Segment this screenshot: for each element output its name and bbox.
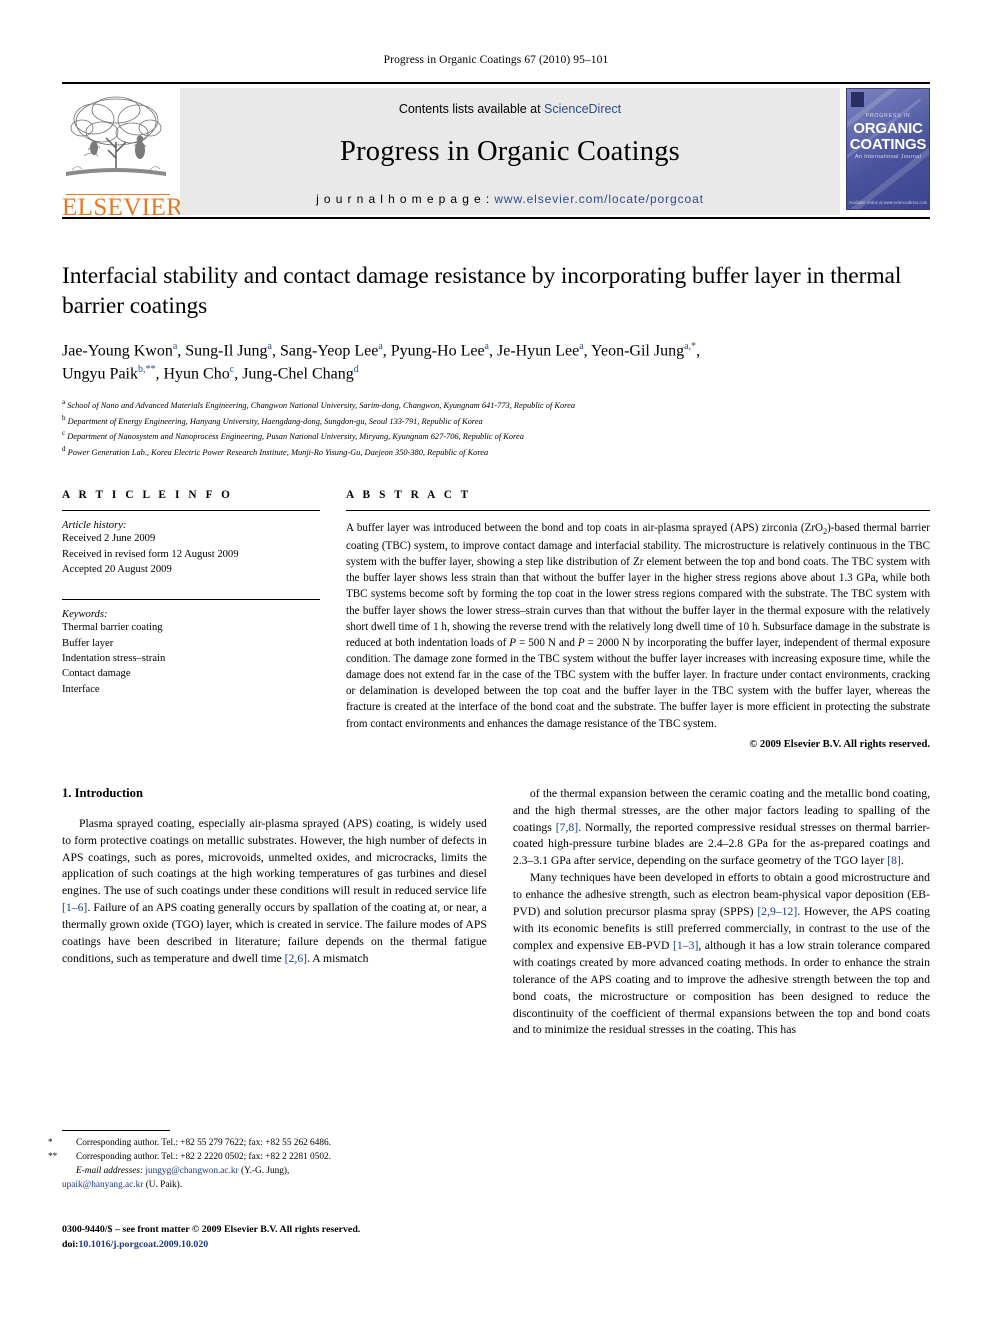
email-link-paik[interactable]: upaik@hanyang.ac.kr [62, 1180, 143, 1190]
affiliation-text: School of Nano and Advanced Materials En… [67, 401, 576, 411]
journal-cover-thumbnail: PROGRESS IN ORGANIC COATINGS An Internat… [846, 88, 930, 210]
affiliation-label: c [62, 429, 66, 438]
keywords-label: Keywords: [62, 609, 108, 621]
email-owner-paik: (U. Paik). [145, 1179, 183, 1190]
paragraph: Many techniques have been developed in e… [512, 871, 931, 1037]
keyword-item: Buffer layer [62, 637, 114, 649]
journal-homepage-line: j o u r n a l h o m e p a g e : www.else… [316, 192, 704, 206]
affiliation-item: a School of Nano and Advanced Materials … [62, 397, 930, 412]
contents-available-line: Contents lists available at ScienceDirec… [399, 102, 621, 116]
cover-coatings: COATINGS [849, 136, 927, 153]
homepage-prefix: j o u r n a l h o m e p a g e : [316, 192, 495, 206]
keyword-item: Interface [62, 683, 100, 695]
title-block: Interfacial stability and contact damage… [62, 261, 930, 459]
body-columns: 1. Introduction Plasma sprayed coating, … [62, 786, 930, 1040]
doi-link[interactable]: 10.1016/j.porgcoat.2009.10.020 [78, 1239, 208, 1250]
section-heading-introduction: 1. Introduction [62, 785, 143, 800]
elsevier-tree-icon [66, 96, 166, 176]
footnote-corresponding-2: ** Corresponding author. Tel.: +82 2 2220… [48, 1151, 502, 1165]
article-info-heading: A R T I C L E I N F O [62, 489, 233, 502]
affiliation-label: d [62, 444, 66, 453]
article-history-list: Received 2 June 2009 Received in revised… [62, 531, 320, 577]
affiliation-item: d Power Generation Lab., Korea Electric … [62, 444, 930, 459]
journal-masthead: ELSEVIER Contents lists available at Sci… [62, 82, 930, 221]
divider [62, 510, 320, 512]
sciencedirect-link[interactable]: ScienceDirect [544, 102, 621, 116]
footnote-email-line-2: upaik@hanyang.ac.kr (U. Paik). [62, 1179, 502, 1193]
article-title: Interfacial stability and contact damage… [62, 263, 902, 320]
footnote-text: Corresponding author. Tel.: +82 55 279 7… [76, 1138, 331, 1148]
affiliation-list: a School of Nano and Advanced Materials … [62, 397, 930, 459]
footnote-block: * Corresponding author. Tel.: +82 55 279 … [48, 1130, 502, 1193]
journal-title: Progress in Organic Coatings [340, 136, 680, 167]
affiliation-text: Power Generation Lab., Korea Electric Po… [67, 447, 489, 457]
running-head: Progress in Organic Coatings 67 (2010) 9… [383, 54, 609, 66]
author-list: Jae-Young Kwona, Sung-Il Junga, Sang-Yeo… [62, 340, 930, 386]
doi-line: doi:10.1016/j.porgcoat.2009.10.020 [62, 1237, 360, 1252]
keyword-item: Contact damage [62, 668, 131, 680]
cover-subtitle: An International Journal [854, 154, 922, 160]
author-line-2: Ungyu Paikb,**, Hyun Choc, Jung-Chel Cha… [62, 364, 359, 383]
body-column-right: of the thermal expansion between the cer… [513, 786, 930, 1040]
issn-front-matter: 0300-9440/$ – see front matter © 2009 El… [62, 1224, 361, 1235]
footnote-corresponding-1: * Corresponding author. Tel.: +82 55 279 … [48, 1137, 502, 1151]
affiliation-text: Department of Nanosystem and Nanoprocess… [67, 432, 524, 442]
affiliation-label: a [62, 398, 66, 407]
paper-page: Progress in Organic Coatings 67 (2010) 9… [0, 0, 992, 1323]
author-line-1: Jae-Young Kwona, Sung-Il Junga, Sang-Yeo… [62, 341, 701, 360]
cover-organic: ORGANIC [853, 120, 923, 137]
email-link-jung[interactable]: jungyg@changwon.ac.kr [145, 1166, 238, 1176]
cover-footer: Available online at www.sciencedirect.co… [848, 200, 928, 205]
footnote-text: Corresponding author. Tel.: +82 2 2220 0… [76, 1151, 331, 1162]
history-item: Accepted 20 August 2009 [62, 563, 172, 575]
abstract-text: A buffer layer was introduced between th… [346, 522, 931, 730]
email-owner-jung: (Y.-G. Jung), [240, 1165, 290, 1176]
contents-prefix: Contents lists available at [398, 102, 545, 116]
abstract-heading: A B S T R A C T [346, 489, 472, 502]
divider [346, 510, 930, 512]
affiliation-item: b Department of Energy Engineering, Hany… [62, 413, 930, 428]
footnote-email-line: E-mail addresses: jungyg@changwon.ac.kr … [62, 1165, 502, 1179]
elsevier-logo: ELSEVIER [62, 88, 184, 221]
copyright-line: © 2009 Elsevier B.V. All rights reserved… [749, 738, 930, 750]
keyword-item: Indentation stress–strain [62, 652, 166, 664]
imprint-block: 0300-9440/$ – see front matter © 2009 El… [62, 1222, 360, 1253]
affiliation-text: Department of Energy Engineering, Hanyan… [67, 416, 483, 426]
affiliation-item: c Department of Nanosystem and Nanoproce… [62, 428, 930, 443]
footnote-marker: * [48, 1138, 53, 1148]
homepage-url-link[interactable]: www.elsevier.com/locate/porgcoat [494, 192, 704, 206]
history-item: Received in revised form 12 August 2009 [62, 548, 239, 560]
cover-publisher-mark [851, 92, 864, 107]
body-column-left: 1. Introduction Plasma sprayed coating, … [62, 786, 487, 1040]
info-abstract-region: A R T I C L E I N F O Article history: R… [62, 489, 930, 750]
article-info-column: A R T I C L E I N F O Article history: R… [62, 489, 320, 750]
article-history-label: Article history: [62, 520, 127, 532]
footnote-marker: ** [48, 1151, 58, 1162]
affiliation-label: b [62, 413, 66, 422]
history-item: Received 2 June 2009 [62, 533, 156, 545]
keyword-item: Thermal barrier coating [62, 622, 163, 634]
email-addresses-label: E-mail addresses: [76, 1165, 144, 1176]
footnote-rule [62, 1130, 170, 1131]
journal-band: Contents lists available at ScienceDirec… [180, 88, 840, 215]
paragraph: Plasma sprayed coating, especially air-p… [62, 816, 487, 965]
divider [62, 599, 320, 601]
elsevier-wordmark: ELSEVIER [62, 194, 184, 221]
abstract-column: A B S T R A C T A buffer layer was intro… [346, 489, 930, 750]
keyword-list: Thermal barrier coating Buffer layer Ind… [62, 620, 320, 697]
doi-label: doi: [62, 1239, 79, 1251]
cover-progress-in: PROGRESS IN [865, 113, 911, 119]
paragraph: of the thermal expansion between the cer… [512, 786, 930, 868]
